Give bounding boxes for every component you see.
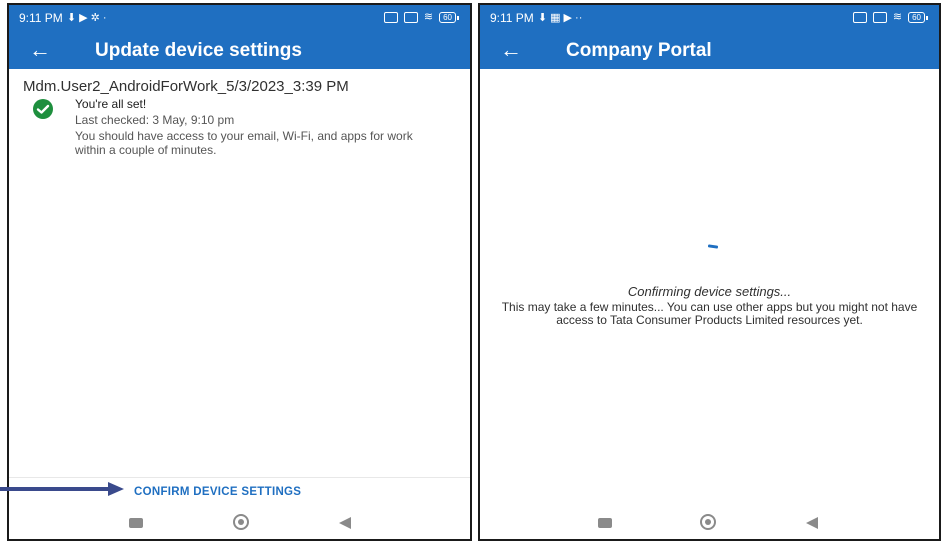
- loading-title: Confirming device settings...: [627, 284, 792, 299]
- notification-icons: ⬇ ▦ ▶ ··: [537, 12, 583, 24]
- nav-back-icon[interactable]: [339, 517, 351, 529]
- home-icon[interactable]: [700, 514, 716, 530]
- sim-icon: [383, 11, 398, 23]
- battery-icon: 60: [908, 11, 928, 23]
- no-sim-icon: [403, 11, 418, 23]
- status-right: ≋ 60: [852, 10, 928, 24]
- status-left: 9:11 PM ⬇ ▦ ▶ ··: [490, 11, 582, 25]
- divider: [9, 477, 470, 478]
- back-arrow-icon[interactable]: ←: [500, 37, 522, 63]
- nav-back-icon[interactable]: [806, 517, 818, 529]
- recents-icon[interactable]: [129, 518, 143, 528]
- home-icon[interactable]: [233, 514, 249, 530]
- navigation-bar: [480, 510, 939, 536]
- page-title: Company Portal: [566, 40, 712, 61]
- sim-icon: [852, 11, 867, 23]
- status-time: 9:11 PM: [490, 11, 534, 25]
- navigation-bar: [9, 510, 470, 536]
- last-checked: Last checked: 3 May, 9:10 pm: [75, 113, 235, 127]
- wifi-icon: ≋: [423, 11, 434, 23]
- annotation-arrow-head-icon: [108, 482, 124, 496]
- profile-name: Mdm.User2_AndroidForWork_5/3/2023_3:39 P…: [23, 78, 349, 95]
- status-left: 9:11 PM ⬇ ▶ ✲ ·: [19, 11, 107, 25]
- status-description: You should have access to your email, Wi…: [75, 129, 413, 157]
- status-bar: 9:11 PM ⬇ ▦ ▶ ·· ≋ 60: [480, 5, 939, 31]
- status-bar: 9:11 PM ⬇ ▶ ✲ · ≋ 60: [9, 5, 470, 31]
- app-bar: ← Update device settings: [9, 31, 470, 69]
- annotation-arrow: [0, 487, 110, 491]
- no-sim-icon: [872, 11, 887, 23]
- app-bar: ← Company Portal: [480, 31, 939, 69]
- status-right: ≋ 60: [383, 10, 459, 24]
- status-time: 9:11 PM: [19, 11, 63, 25]
- recents-icon[interactable]: [598, 518, 612, 528]
- loading-message: This may take a few minutes... You can u…: [501, 300, 918, 327]
- update-device-settings-screen: 9:11 PM ⬇ ▶ ✲ · ≋ 60 ← Update device set…: [7, 3, 472, 541]
- loading-spinner-icon: [707, 244, 719, 249]
- status-title: You're all set!: [75, 97, 147, 111]
- battery-icon: 60: [439, 11, 459, 23]
- confirm-device-settings-button[interactable]: CONFIRM DEVICE SETTINGS: [134, 486, 301, 498]
- page-title: Update device settings: [95, 40, 302, 61]
- check-circle-icon: [33, 99, 53, 119]
- back-arrow-icon[interactable]: ←: [29, 37, 51, 63]
- company-portal-screen: 9:11 PM ⬇ ▦ ▶ ·· ≋ 60 ← Company Portal C…: [478, 3, 941, 541]
- wifi-icon: ≋: [892, 11, 903, 23]
- notification-icons: ⬇ ▶ ✲ ·: [66, 12, 107, 24]
